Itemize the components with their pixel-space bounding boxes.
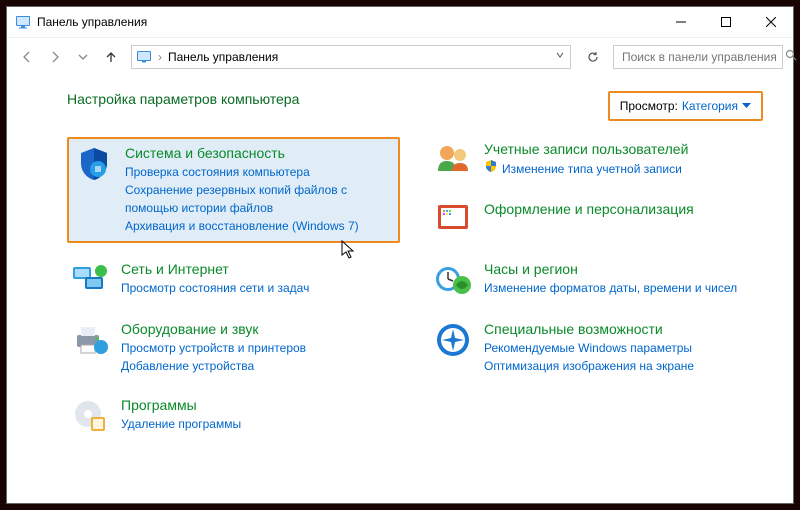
category-appearance[interactable]: Оформление и персонализация <box>430 197 763 243</box>
category-title[interactable]: Специальные возможности <box>484 321 694 337</box>
users-icon <box>434 141 472 179</box>
category-column-right: Учетные записи пользователей Изменение т… <box>430 137 763 439</box>
category-title[interactable]: Оборудование и звук <box>121 321 306 337</box>
maximize-button[interactable] <box>703 7 748 37</box>
category-clock-region[interactable]: Часы и регион Изменение форматов даты, в… <box>430 257 763 303</box>
category-link[interactable]: Сохранение резервных копий файлов с помо… <box>125 181 392 217</box>
category-title[interactable]: Сеть и Интернет <box>121 261 309 277</box>
category-title[interactable]: Часы и регион <box>484 261 737 277</box>
search-input[interactable] <box>620 49 779 65</box>
refresh-button[interactable] <box>581 45 605 69</box>
category-link[interactable]: Проверка состояния компьютера <box>125 163 392 181</box>
forward-button[interactable] <box>43 45 67 69</box>
recent-dropdown-icon[interactable] <box>71 45 95 69</box>
search-icon <box>785 49 797 64</box>
control-panel-icon <box>15 14 31 30</box>
navbar: › Панель управления <box>7 37 793 75</box>
category-ease-of-access[interactable]: Специальные возможности Рекомендуемые Wi… <box>430 317 763 379</box>
category-title[interactable]: Учетные записи пользователей <box>484 141 688 157</box>
category-system-security[interactable]: Система и безопасность Проверка состояни… <box>67 137 400 243</box>
category-link[interactable]: Просмотр состояния сети и задач <box>121 279 309 297</box>
category-programs[interactable]: Программы Удаление программы <box>67 393 400 439</box>
control-panel-window: { "titlebar": { "title": "Панель управле… <box>6 6 794 504</box>
up-button[interactable] <box>99 45 123 69</box>
clock-icon <box>434 261 472 299</box>
category-user-accounts[interactable]: Учетные записи пользователей Изменение т… <box>430 137 763 183</box>
category-column-left: Система и безопасность Проверка состояни… <box>67 137 400 439</box>
chevron-down-icon <box>742 99 751 113</box>
back-button[interactable] <box>15 45 39 69</box>
window-title: Панель управления <box>37 15 658 29</box>
category-link[interactable]: Просмотр устройств и принтеров <box>121 339 306 357</box>
titlebar: Панель управления <box>7 7 793 37</box>
search-box[interactable] <box>613 45 783 69</box>
breadcrumb[interactable]: Панель управления <box>168 50 278 64</box>
category-link[interactable]: Изменение форматов даты, времени и чисел <box>484 279 737 297</box>
category-link[interactable]: Оптимизация изображения на экране <box>484 357 694 375</box>
category-hardware-sound[interactable]: Оборудование и звук Просмотр устройств и… <box>67 317 400 379</box>
network-icon <box>71 261 109 299</box>
minimize-button[interactable] <box>658 7 703 37</box>
category-title[interactable]: Оформление и персонализация <box>484 201 694 217</box>
programs-icon <box>71 397 109 435</box>
shield-icon <box>75 145 113 183</box>
category-link[interactable]: Добавление устройства <box>121 357 306 375</box>
category-network-internet[interactable]: Сеть и Интернет Просмотр состояния сети … <box>67 257 400 303</box>
printer-icon <box>71 321 109 359</box>
view-by-label: Просмотр: <box>620 99 678 113</box>
category-link[interactable]: Удаление программы <box>121 415 241 433</box>
category-link[interactable]: Изменение типа учетной записи <box>484 159 688 178</box>
view-by-value[interactable]: Категория <box>682 99 738 113</box>
category-title[interactable]: Система и безопасность <box>125 145 392 161</box>
address-bar[interactable]: › Панель управления <box>131 45 571 69</box>
chevron-down-icon[interactable] <box>554 49 566 64</box>
chevron-right-icon: › <box>158 50 162 64</box>
category-title[interactable]: Программы <box>121 397 241 413</box>
appearance-icon <box>434 201 472 239</box>
category-link[interactable]: Рекомендуемые Windows параметры <box>484 339 694 357</box>
category-link[interactable]: Архивация и восстановление (Windows 7) <box>125 217 392 235</box>
ease-of-access-icon <box>434 321 472 359</box>
control-panel-icon <box>136 49 152 65</box>
view-by-selector[interactable]: Просмотр: Категория <box>608 91 763 121</box>
content-area: Настройка параметров компьютера Просмотр… <box>7 75 793 503</box>
close-button[interactable] <box>748 7 793 37</box>
uac-shield-icon <box>484 159 498 178</box>
